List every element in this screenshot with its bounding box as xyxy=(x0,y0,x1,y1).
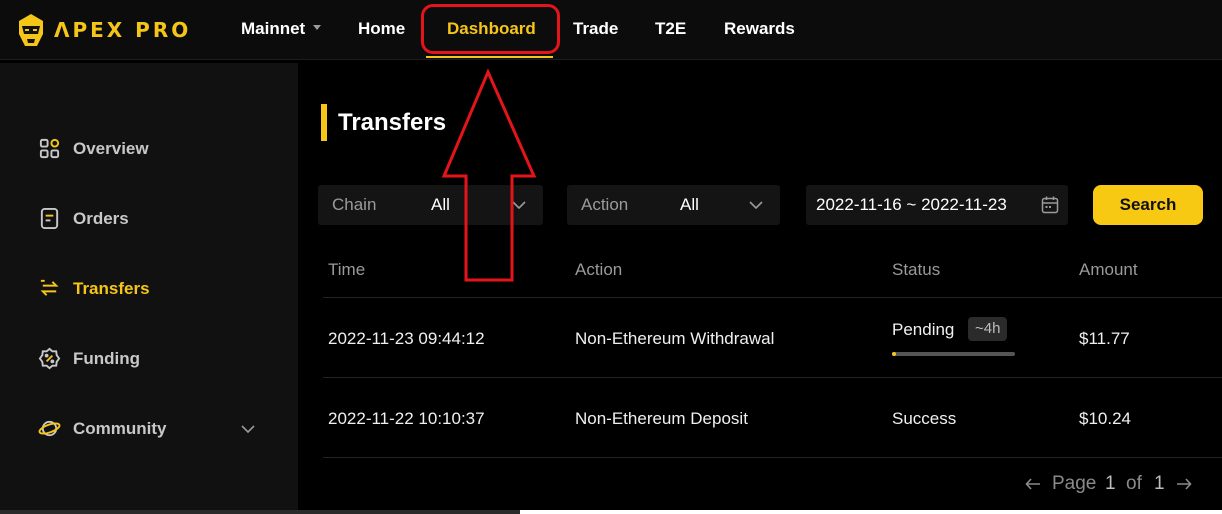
column-header-status[interactable]: Status xyxy=(892,260,940,280)
sidebar-item-label: Orders xyxy=(73,208,129,228)
pagination-current: 1 xyxy=(1105,473,1116,494)
eta-badge: ~4h xyxy=(968,317,1008,341)
calendar-icon xyxy=(1041,196,1059,214)
cell-action: Non-Ethereum Deposit xyxy=(575,409,748,428)
sidebar-item-transfers[interactable]: Transfers xyxy=(38,277,150,300)
apex-pro-logo[interactable]: ΛPEX PRO xyxy=(16,12,191,48)
pagination-total: 1 xyxy=(1154,473,1165,494)
action-filter-label: Action xyxy=(581,195,629,214)
action-filter-value: All xyxy=(680,195,699,214)
grid-icon xyxy=(39,138,60,159)
bottom-edge xyxy=(0,510,520,514)
arrow-left-icon[interactable] xyxy=(1025,477,1041,491)
sidebar-item-community[interactable]: Community xyxy=(38,417,167,440)
top-navigation-bar: ΛPEX PRO Mainnet Home Dashboard Trade T2… xyxy=(0,0,1222,60)
bottom-edge xyxy=(520,510,1222,514)
nav-trade[interactable]: Trade xyxy=(573,19,618,39)
annotation-arrow-icon xyxy=(441,68,537,282)
chevron-down-icon[interactable] xyxy=(240,421,256,437)
chevron-down-icon xyxy=(749,201,763,210)
active-nav-underline xyxy=(426,56,553,58)
table-divider xyxy=(323,457,1222,458)
status-progress-fill xyxy=(892,352,896,356)
percent-badge-icon xyxy=(38,347,61,370)
network-selector[interactable]: Mainnet xyxy=(241,19,322,39)
cell-time: 2022-11-22 10:10:37 xyxy=(328,409,485,428)
chain-filter-label: Chain xyxy=(332,195,377,214)
page-title: Transfers xyxy=(338,109,447,136)
document-icon xyxy=(40,207,59,230)
sidebar-item-orders[interactable]: Orders xyxy=(38,207,129,230)
pagination-separator: of xyxy=(1126,473,1142,494)
sidebar-item-label: Overview xyxy=(73,138,149,158)
nav-rewards[interactable]: Rewards xyxy=(724,19,795,39)
apex-mascot-icon xyxy=(19,14,43,46)
nav-t2e[interactable]: T2E xyxy=(655,19,686,39)
main-content: Transfers Chain All Action All 2022-11-1… xyxy=(298,63,1222,514)
title-accent-bar xyxy=(321,104,327,141)
sidebar: Overview Orders Transfers Funding Commun… xyxy=(0,63,298,514)
date-range-picker[interactable]: 2022-11-16 ~ 2022-11-23 xyxy=(806,185,1068,225)
action-filter[interactable]: Action All xyxy=(567,185,780,225)
nav-home[interactable]: Home xyxy=(358,19,405,39)
cell-amount: $10.24 xyxy=(1079,409,1131,428)
cell-status: Success xyxy=(892,409,957,428)
column-header-time[interactable]: Time xyxy=(328,260,365,280)
transfer-icon xyxy=(40,279,59,296)
brand-name: ΛPEX PRO xyxy=(54,18,192,42)
search-button[interactable]: Search xyxy=(1093,185,1203,225)
date-range-value: 2022-11-16 ~ 2022-11-23 xyxy=(816,195,1007,214)
arrow-right-icon[interactable] xyxy=(1176,477,1192,491)
sidebar-item-overview[interactable]: Overview xyxy=(38,137,149,160)
caret-down-icon xyxy=(313,25,322,31)
cell-status: Pending xyxy=(892,320,955,339)
table-divider xyxy=(323,297,1222,298)
cell-amount: $11.77 xyxy=(1079,329,1130,348)
sidebar-item-label: Community xyxy=(73,418,167,438)
annotation-highlight-box xyxy=(421,4,560,54)
pagination-label: Page xyxy=(1052,473,1097,494)
sidebar-item-label: Funding xyxy=(73,348,141,368)
planet-icon xyxy=(38,420,61,437)
network-label: Mainnet xyxy=(241,19,306,38)
cell-action: Non-Ethereum Withdrawal xyxy=(575,329,775,348)
column-header-action[interactable]: Action xyxy=(575,260,622,280)
column-header-amount[interactable]: Amount xyxy=(1079,260,1138,280)
sidebar-item-label: Transfers xyxy=(73,278,150,298)
table-divider xyxy=(323,377,1222,378)
cell-time: 2022-11-23 09:44:12 xyxy=(328,329,485,348)
sidebar-item-funding[interactable]: Funding xyxy=(38,347,140,370)
status-progress-bar xyxy=(892,352,1015,356)
